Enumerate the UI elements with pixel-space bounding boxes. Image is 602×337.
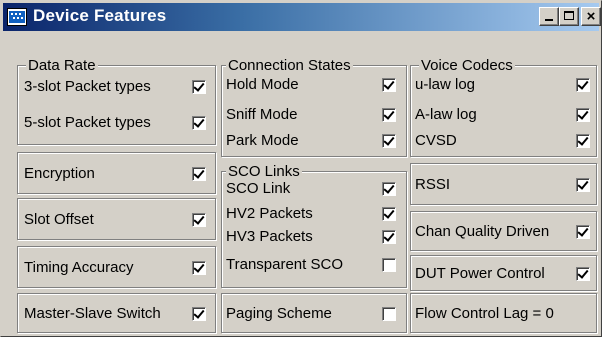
voice-codecs-group: Voice Codecs u-law log A-law log CVSD [410, 57, 597, 157]
three-slot-checkbox[interactable] [192, 80, 206, 94]
sniff-mode-checkbox[interactable] [382, 108, 396, 122]
hold-mode-label: Hold Mode [226, 76, 299, 93]
transparent-sco-label: Transparent SCO [226, 256, 343, 273]
chan-quality-driven-checkbox[interactable] [576, 225, 590, 239]
device-features-window: Device Features × Data Rate 3-slot Packe… [0, 0, 602, 337]
rssi-checkbox[interactable] [576, 178, 590, 192]
timing-accuracy-checkbox[interactable] [192, 261, 206, 275]
park-mode-checkbox[interactable] [382, 134, 396, 148]
five-slot-checkbox[interactable] [192, 116, 206, 130]
cvsd-checkbox[interactable] [576, 134, 590, 148]
flow-control-lag-group: Flow Control Lag = 0 [410, 293, 597, 333]
paging-scheme-label: Paging Scheme [226, 305, 332, 322]
voice-codecs-legend: Voice Codecs [419, 57, 515, 74]
sniff-mode-label: Sniff Mode [226, 106, 298, 123]
hv3-packets-checkbox[interactable] [382, 230, 396, 244]
data-rate-group: Data Rate 3-slot Packet types 5-slot Pac… [17, 57, 216, 145]
flow-control-lag-label: Flow Control Lag = 0 [415, 305, 554, 322]
encryption-label: Encryption [24, 165, 95, 182]
paging-scheme-group: Paging Scheme [221, 293, 407, 333]
master-slave-switch-checkbox[interactable] [192, 307, 206, 321]
paging-scheme-checkbox[interactable] [382, 307, 396, 321]
hv3-packets-label: HV3 Packets [226, 228, 313, 245]
timing-accuracy-group: Timing Accuracy [17, 246, 216, 288]
dut-power-control-checkbox[interactable] [576, 267, 590, 281]
slot-offset-label: Slot Offset [24, 211, 94, 228]
u-law-log-label: u-law log [415, 76, 476, 93]
sco-link-checkbox[interactable] [382, 182, 396, 196]
dut-power-control-label: DUT Power Control [415, 265, 545, 282]
rssi-group: RSSI [410, 163, 597, 205]
close-button[interactable]: × [581, 7, 601, 26]
chan-quality-driven-group: Chan Quality Driven [410, 211, 597, 251]
encryption-group: Encryption [17, 152, 216, 194]
hv2-packets-checkbox[interactable] [382, 207, 396, 221]
a-law-log-label: A-law log [415, 106, 477, 123]
a-law-log-checkbox[interactable] [576, 108, 590, 122]
chan-quality-driven-label: Chan Quality Driven [415, 223, 550, 240]
timing-accuracy-label: Timing Accuracy [24, 259, 134, 276]
hv2-packets-label: HV2 Packets [226, 205, 313, 222]
device-app-icon [7, 8, 27, 26]
hold-mode-checkbox[interactable] [382, 78, 396, 92]
connection-states-group: Connection States Hold Mode Sniff Mode P… [221, 57, 407, 157]
maximize-button[interactable] [559, 7, 579, 26]
features-panel: Data Rate 3-slot Packet types 5-slot Pac… [7, 35, 597, 333]
close-icon: × [586, 8, 596, 25]
cvsd-label: CVSD [415, 132, 457, 149]
minimize-button[interactable] [539, 7, 559, 26]
window-title: Device Features [33, 6, 167, 25]
sco-links-legend: SCO Links [226, 163, 302, 180]
dut-power-control-group: DUT Power Control [410, 255, 597, 291]
master-slave-switch-group: Master-Slave Switch [17, 293, 216, 333]
data-rate-legend: Data Rate [26, 57, 98, 74]
connection-states-legend: Connection States [226, 57, 353, 74]
transparent-sco-checkbox[interactable] [382, 258, 396, 272]
park-mode-label: Park Mode [226, 132, 299, 149]
maximize-icon [564, 11, 574, 20]
three-slot-label: 3-slot Packet types [24, 78, 151, 95]
title-bar[interactable]: Device Features × [3, 3, 601, 31]
sco-links-group: SCO Links SCO Link HV2 Packets HV3 Packe… [221, 163, 407, 288]
minimize-icon [545, 19, 553, 21]
five-slot-label: 5-slot Packet types [24, 114, 151, 131]
sco-link-label: SCO Link [226, 180, 291, 197]
slot-offset-group: Slot Offset [17, 198, 216, 240]
encryption-checkbox[interactable] [192, 167, 206, 181]
slot-offset-checkbox[interactable] [192, 213, 206, 227]
master-slave-switch-label: Master-Slave Switch [24, 305, 161, 322]
rssi-label: RSSI [415, 176, 451, 193]
u-law-log-checkbox[interactable] [576, 78, 590, 92]
